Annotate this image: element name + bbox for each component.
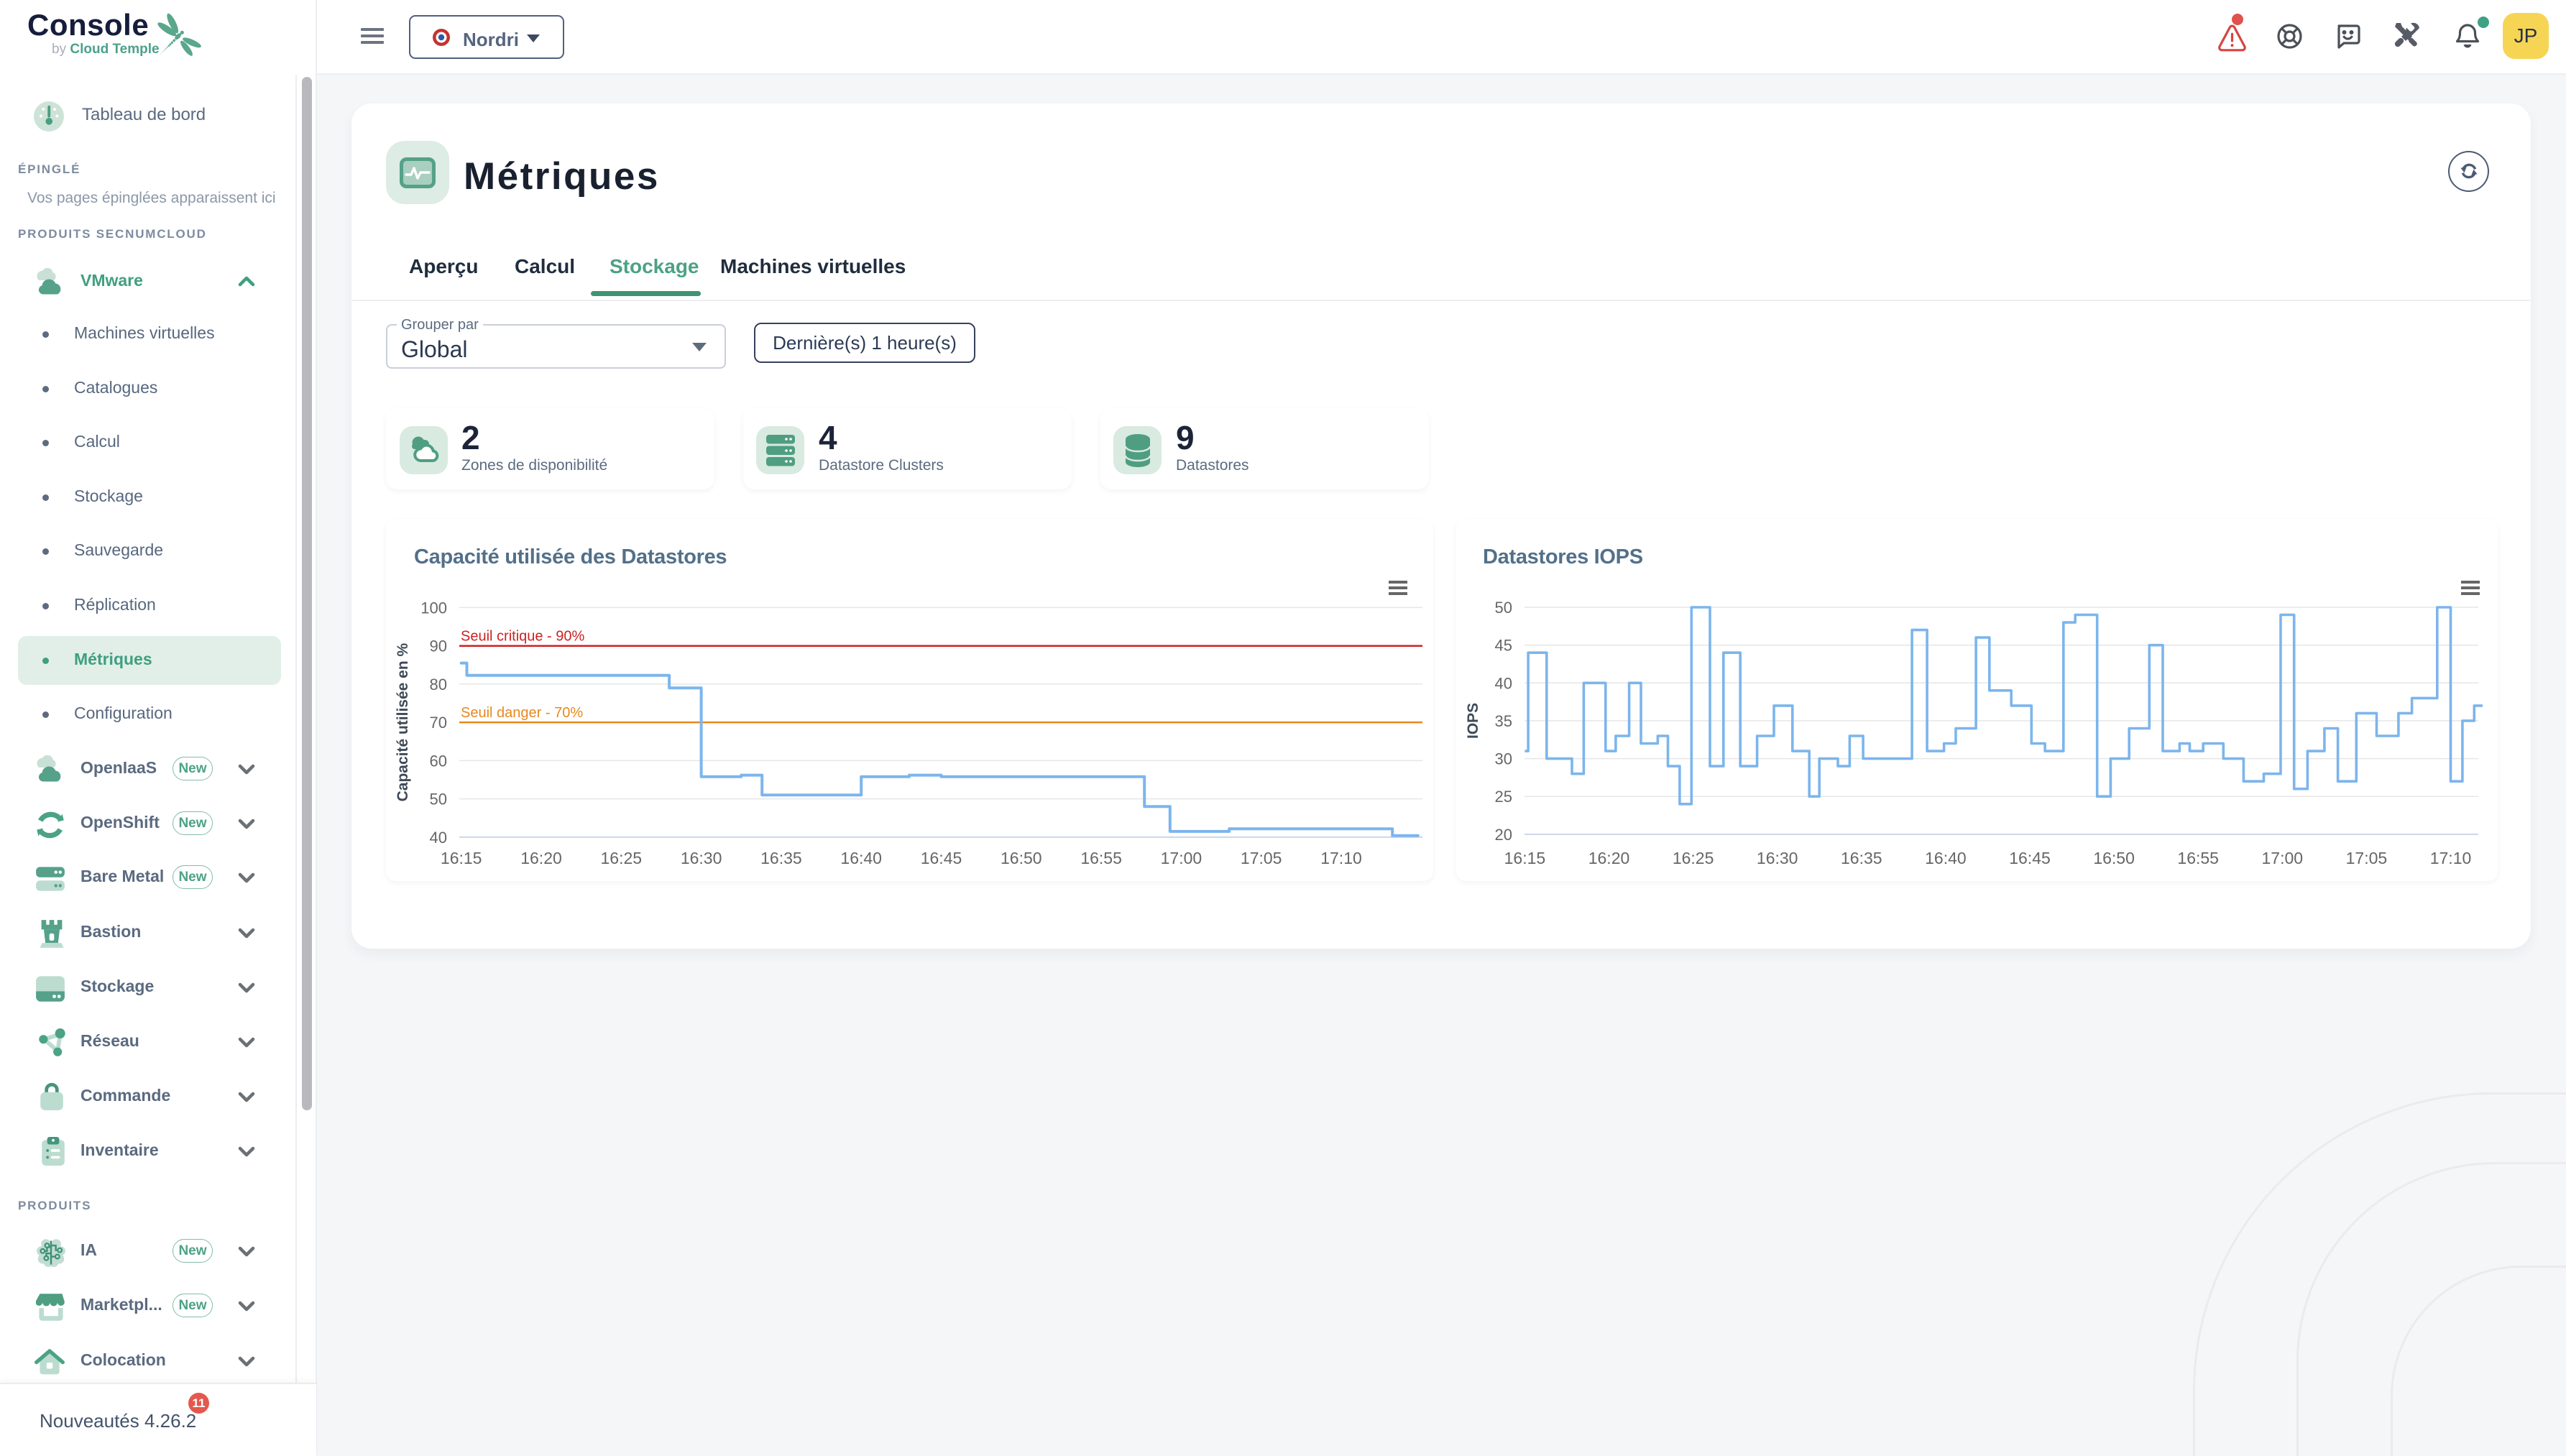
svg-text:16:50: 16:50: [1001, 849, 1042, 867]
svg-text:40: 40: [430, 829, 447, 847]
svg-text:Seuil danger - 70%: Seuil danger - 70%: [461, 705, 583, 721]
svg-text:16:30: 16:30: [1757, 849, 1798, 867]
svg-text:17:00: 17:00: [2262, 849, 2304, 867]
svg-text:16:55: 16:55: [1080, 849, 1122, 867]
svg-text:17:10: 17:10: [2430, 849, 2472, 867]
svg-text:70: 70: [430, 714, 447, 732]
svg-text:16:15: 16:15: [1504, 849, 1546, 867]
svg-text:16:45: 16:45: [921, 849, 962, 867]
svg-text:17:00: 17:00: [1161, 849, 1202, 867]
svg-text:Capacité utilisée des Datastor: Capacité utilisée des Datastores: [414, 545, 727, 568]
svg-text:16:40: 16:40: [840, 849, 882, 867]
svg-text:16:40: 16:40: [1925, 849, 1967, 867]
svg-text:16:45: 16:45: [2009, 849, 2051, 867]
svg-text:20: 20: [1495, 826, 1512, 844]
svg-text:17:05: 17:05: [2346, 849, 2388, 867]
svg-text:16:25: 16:25: [1673, 849, 1714, 867]
svg-text:16:15: 16:15: [441, 849, 482, 867]
svg-text:40: 40: [1495, 674, 1512, 692]
svg-text:50: 50: [1495, 599, 1512, 617]
svg-text:17:10: 17:10: [1320, 849, 1362, 867]
svg-text:16:55: 16:55: [2177, 849, 2219, 867]
svg-text:35: 35: [1495, 712, 1512, 730]
svg-text:Datastores IOPS: Datastores IOPS: [1483, 545, 1643, 568]
svg-text:30: 30: [1495, 750, 1512, 768]
svg-text:80: 80: [430, 676, 447, 694]
svg-text:16:35: 16:35: [1841, 849, 1882, 867]
svg-text:16:30: 16:30: [681, 849, 722, 867]
svg-text:25: 25: [1495, 788, 1512, 806]
svg-text:Capacité utilisée en %: Capacité utilisée en %: [395, 642, 411, 801]
svg-text:100: 100: [420, 599, 447, 617]
svg-text:17:05: 17:05: [1241, 849, 1282, 867]
svg-text:16:50: 16:50: [2093, 849, 2135, 867]
svg-text:16:35: 16:35: [760, 849, 802, 867]
svg-text:90: 90: [430, 637, 447, 655]
svg-text:IOPS: IOPS: [1465, 703, 1481, 739]
svg-text:16:20: 16:20: [1588, 849, 1630, 867]
svg-text:Seuil critique - 90%: Seuil critique - 90%: [461, 629, 585, 645]
svg-text:50: 50: [430, 791, 447, 808]
svg-text:45: 45: [1495, 637, 1512, 655]
svg-text:60: 60: [430, 752, 447, 770]
svg-text:16:20: 16:20: [520, 849, 562, 867]
svg-text:16:25: 16:25: [601, 849, 643, 867]
